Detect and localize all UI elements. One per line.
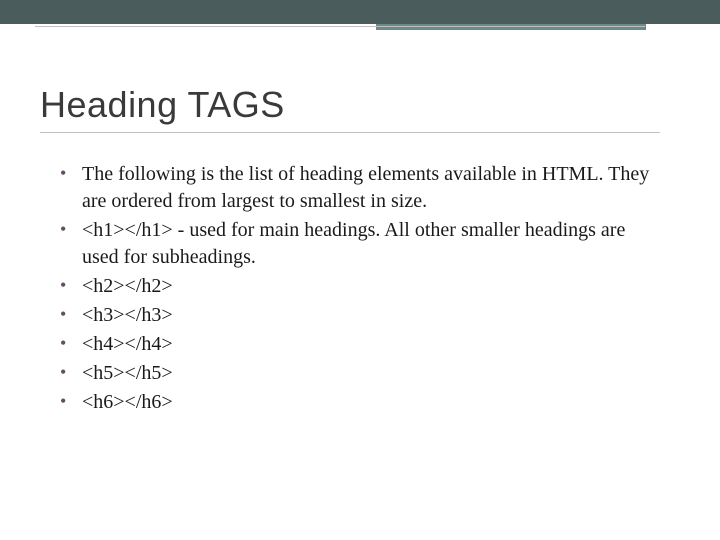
slide-title: Heading TAGS [40, 84, 665, 126]
list-item: <h2></h2> [60, 273, 665, 300]
list-item: <h6></h6> [60, 389, 665, 416]
slide-title-underline [40, 132, 660, 133]
bullet-list: The following is the list of heading ele… [40, 161, 665, 416]
list-item: <h3></h3> [60, 302, 665, 329]
list-item: <h1></h1> - used for main headings. All … [60, 217, 665, 271]
list-item: <h5></h5> [60, 360, 665, 387]
list-item: The following is the list of heading ele… [60, 161, 665, 215]
list-item: <h4></h4> [60, 331, 665, 358]
slide-content: Heading TAGS The following is the list o… [0, 24, 720, 416]
slide-divider-top [35, 26, 645, 27]
slide-accent-bar [376, 24, 646, 30]
slide-top-bar [0, 0, 720, 24]
